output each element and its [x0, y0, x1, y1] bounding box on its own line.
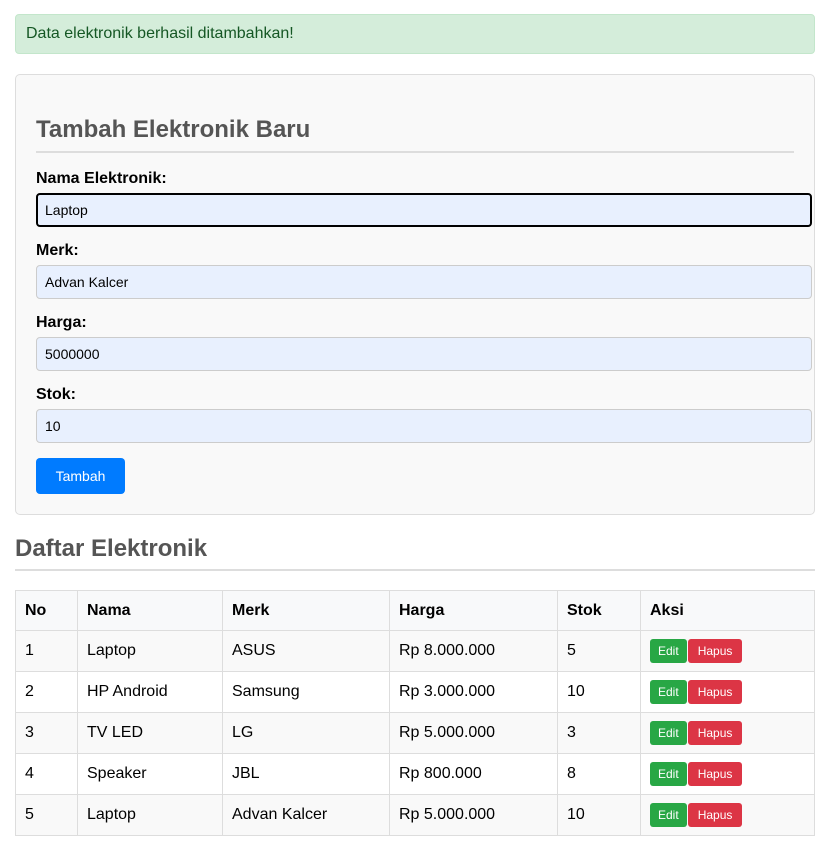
cell-stok: 5 [557, 630, 641, 672]
cell-nama: HP Android [77, 671, 223, 713]
col-no: No [15, 590, 78, 631]
edit-button[interactable]: Edit [650, 803, 687, 827]
cell-nama: Laptop [77, 630, 223, 672]
cell-no: 1 [15, 630, 78, 672]
hapus-button[interactable]: Hapus [687, 803, 743, 827]
hapus-button[interactable]: Hapus [687, 639, 743, 663]
add-form-panel: Tambah Elektronik Baru Nama Elektronik: … [15, 74, 815, 515]
label-stok: Stok: [36, 386, 76, 403]
cell-stok: 10 [557, 794, 641, 836]
table-row: 2 HP Android Samsung Rp 3.000.000 10 Edit Hapu… [15, 671, 815, 713]
table-row: 4 Speaker JBL Rp 800.000 8 Edit Hapus [15, 753, 815, 795]
success-alert: Data elektronik berhasil ditambahkan! [15, 14, 815, 54]
merk-input[interactable] [36, 265, 812, 299]
cell-merk: LG [222, 712, 390, 754]
label-harga: Harga: [36, 314, 87, 331]
cell-harga: Rp 3.000.000 [389, 671, 558, 713]
cell-aksi: Edit Hapus [640, 630, 815, 672]
col-aksi: Aksi [640, 590, 815, 631]
table-row: 3 TV LED LG Rp 5.000.000 3 Edit Hapus [15, 712, 815, 754]
cell-merk: Advan Kalcer [222, 794, 390, 836]
cell-harga: Rp 5.000.000 [389, 794, 558, 836]
cell-stok: 10 [557, 671, 641, 713]
cell-nama: Speaker [77, 753, 223, 795]
table-row: 5 Laptop Advan Kalcer Rp 5.000.000 10 Edit Hap… [15, 794, 815, 836]
label-merk: Merk: [36, 242, 79, 259]
edit-button[interactable]: Edit [650, 721, 687, 745]
cell-no: 2 [15, 671, 78, 713]
cell-nama: TV LED [77, 712, 223, 754]
label-nama: Nama Elektronik: [36, 170, 167, 187]
cell-harga: Rp 5.000.000 [389, 712, 558, 754]
cell-aksi: Edit Hapus [640, 794, 815, 836]
cell-no: 3 [15, 712, 78, 754]
cell-harga: Rp 8.000.000 [389, 630, 558, 672]
electronics-table: No Nama Merk Harga Stok Aksi 1 Laptop ASUS… [15, 590, 815, 836]
cell-stok: 3 [557, 712, 641, 754]
hapus-button[interactable]: Hapus [687, 680, 743, 704]
hapus-button[interactable]: Hapus [687, 762, 743, 786]
cell-no: 5 [15, 794, 78, 836]
edit-button[interactable]: Edit [650, 762, 687, 786]
nama-input[interactable] [36, 193, 812, 227]
table-row: 1 Laptop ASUS Rp 8.000.000 5 Edit Hapus [15, 630, 815, 672]
tambah-button[interactable]: Tambah [36, 458, 125, 494]
harga-input[interactable] [36, 337, 812, 371]
cell-aksi: Edit Hapus [640, 671, 815, 713]
col-merk: Merk [222, 590, 390, 631]
cell-aksi: Edit Hapus [640, 712, 815, 754]
cell-merk: Samsung [222, 671, 390, 713]
list-title: Daftar Elektronik [15, 535, 815, 571]
col-stok: Stok [557, 590, 641, 631]
cell-merk: ASUS [222, 630, 390, 672]
col-harga: Harga [389, 590, 558, 631]
stok-input[interactable] [36, 409, 812, 443]
cell-aksi: Edit Hapus [640, 753, 815, 795]
cell-merk: JBL [222, 753, 390, 795]
cell-harga: Rp 800.000 [389, 753, 558, 795]
cell-no: 4 [15, 753, 78, 795]
edit-button[interactable]: Edit [650, 680, 687, 704]
cell-stok: 8 [557, 753, 641, 795]
edit-button[interactable]: Edit [650, 639, 687, 663]
hapus-button[interactable]: Hapus [687, 721, 743, 745]
form-title: Tambah Elektronik Baru [36, 116, 794, 153]
cell-nama: Laptop [77, 794, 223, 836]
col-nama: Nama [77, 590, 223, 631]
